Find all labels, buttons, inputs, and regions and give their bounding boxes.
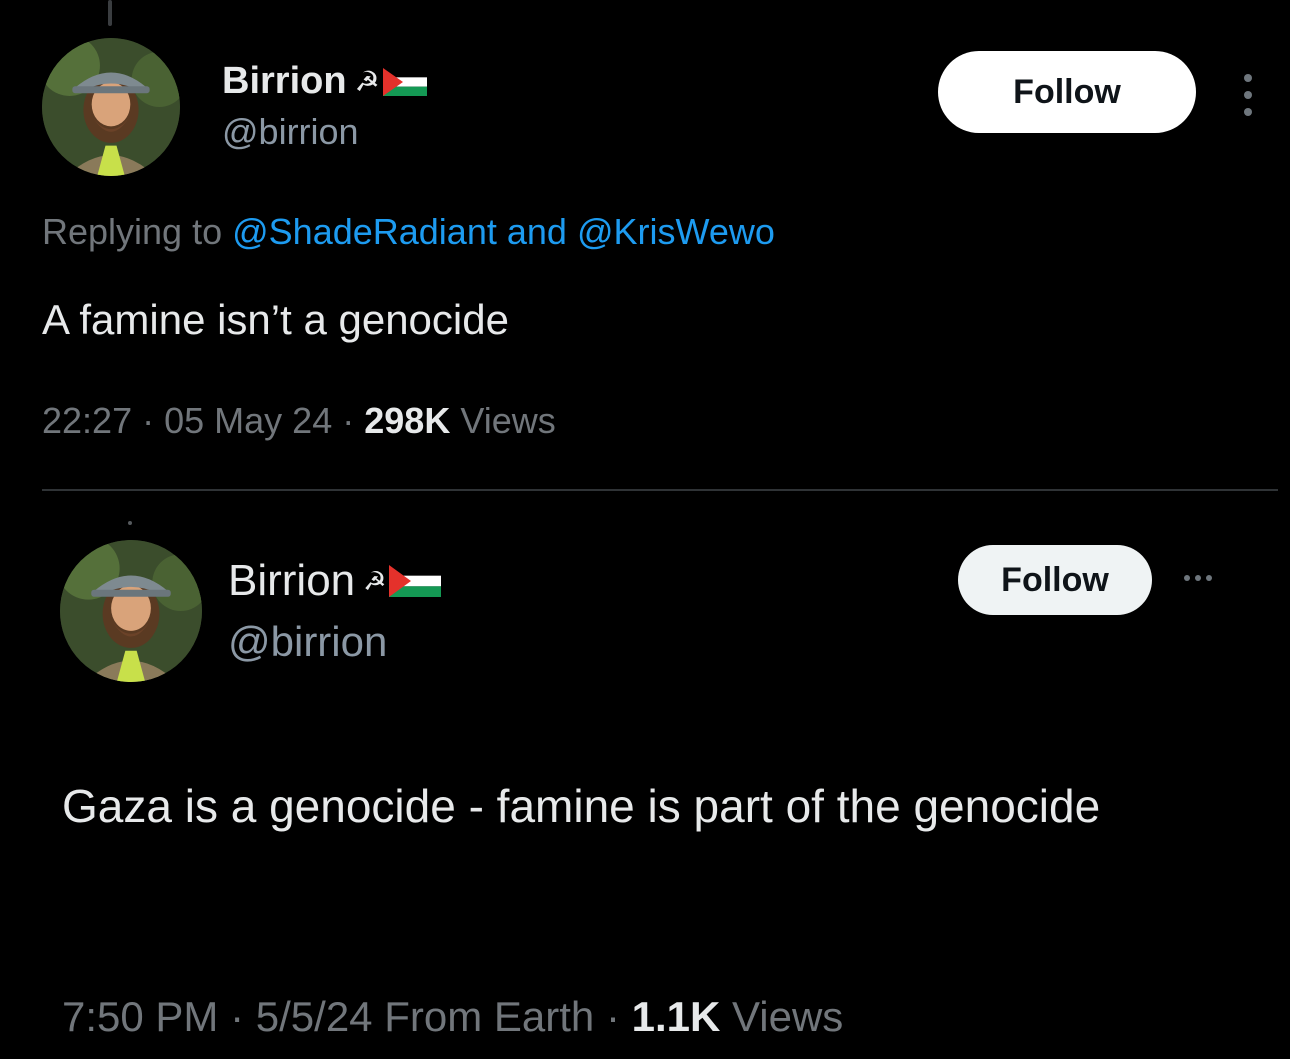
tweet-text: Gaza is a genocide - famine is part of t… xyxy=(62,780,1101,832)
tweet-source: From Earth xyxy=(384,993,595,1040)
hammer-sickle-icon: ☭ xyxy=(363,565,387,596)
views-label: Views xyxy=(460,400,556,441)
replying-prefix: Replying to xyxy=(42,211,223,252)
views-count: 298K xyxy=(364,400,451,441)
tweet-meta: 7:50 PM · 5/5/24 From Earth · 1.1K Views xyxy=(62,993,843,1041)
dot xyxy=(1244,108,1252,116)
mention-link[interactable]: @KrisWewo xyxy=(577,211,775,252)
name-emoji-group: ☭ xyxy=(363,565,442,597)
separator: · xyxy=(142,400,155,441)
dot xyxy=(1206,575,1212,581)
dot xyxy=(1244,91,1252,99)
name-emoji-group: ☭ xyxy=(355,65,427,98)
palestine-flag-icon xyxy=(382,67,427,96)
more-vertical-icon[interactable] xyxy=(1244,74,1252,116)
mention-link[interactable]: @ShadeRadiant xyxy=(232,211,497,252)
separator: · xyxy=(605,993,620,1040)
tweet-date[interactable]: 5/5/24 xyxy=(256,993,373,1040)
divider xyxy=(42,489,1278,491)
thread-dot xyxy=(128,521,132,525)
handle[interactable]: @birrion xyxy=(228,618,387,666)
follow-button[interactable]: Follow xyxy=(938,51,1196,133)
palestine-flag-icon xyxy=(389,565,442,597)
display-name-text: Birrion xyxy=(228,556,356,605)
views-label: Views xyxy=(732,993,844,1040)
display-name[interactable]: Birrion ☭ xyxy=(228,556,442,606)
replying-to: Replying to @ShadeRadiant and @KrisWewo xyxy=(42,211,775,253)
dot xyxy=(1184,575,1190,581)
tweet-time[interactable]: 7:50 PM xyxy=(62,993,218,1040)
dot xyxy=(1195,575,1201,581)
avatar[interactable] xyxy=(60,540,202,682)
dot xyxy=(1244,74,1252,82)
display-name-text: Birrion xyxy=(222,60,347,102)
thread-connector-line xyxy=(108,0,112,26)
tweet-date[interactable]: 05 May 24 xyxy=(164,400,332,441)
separator: · xyxy=(230,993,245,1040)
handle[interactable]: @birrion xyxy=(222,111,359,153)
tweet-meta: 22:27 · 05 May 24 · 298K Views xyxy=(42,400,556,442)
follow-button[interactable]: Follow xyxy=(958,545,1152,615)
avatar[interactable] xyxy=(42,38,180,176)
views-count: 1.1K xyxy=(631,993,721,1040)
hammer-sickle-icon: ☭ xyxy=(354,66,380,97)
mention-join: and xyxy=(506,211,567,252)
display-name[interactable]: Birrion ☭ xyxy=(222,60,427,103)
tweet-time[interactable]: 22:27 xyxy=(42,400,132,441)
tweet-text: A famine isn’t a genocide xyxy=(42,296,509,343)
avatar-image xyxy=(60,540,202,682)
avatar-image xyxy=(42,38,180,176)
more-horizontal-icon[interactable] xyxy=(1184,575,1212,581)
separator: · xyxy=(342,400,355,441)
